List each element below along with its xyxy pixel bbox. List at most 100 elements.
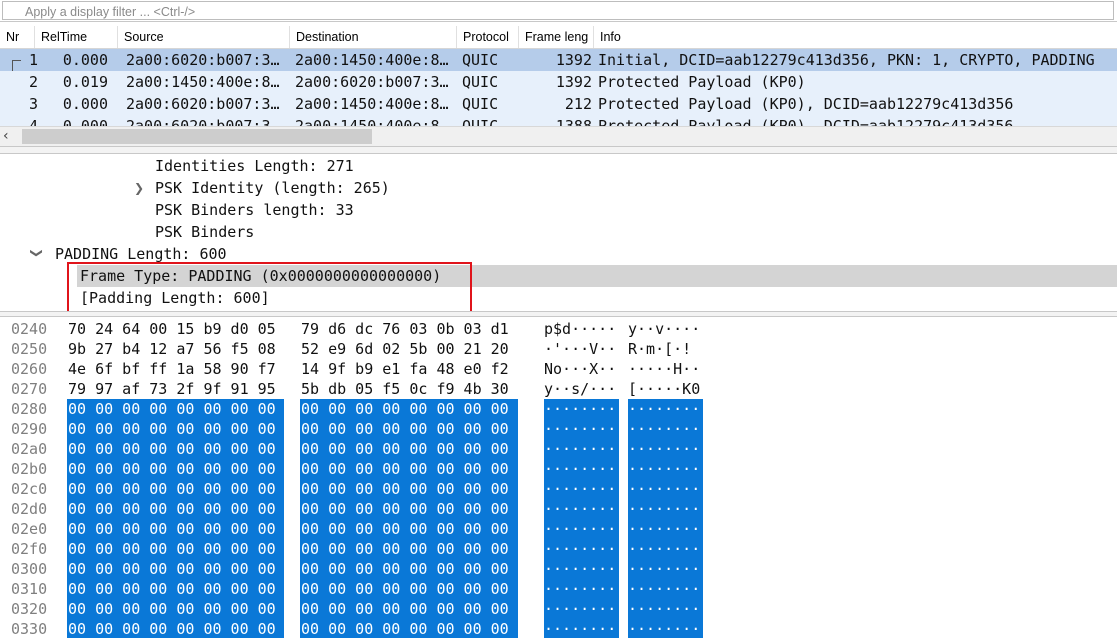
hex-row[interactable]: 0270 79 97 af 73 2f 9f 91 95 5b db 05 f5 0… <box>0 379 1117 399</box>
hex-bytes-group[interactable]: 5b db 05 f5 0c f9 4b 30 <box>300 379 518 399</box>
hex-bytes-group[interactable]: 9b 27 b4 12 a7 56 f5 08 <box>67 339 284 359</box>
hex-bytes-group[interactable]: 4e 6f bf ff 1a 58 90 f7 <box>67 359 284 379</box>
ascii-group[interactable]: ········ <box>544 499 619 519</box>
ascii-group[interactable]: ········ <box>628 539 703 559</box>
hex-bytes-group[interactable]: 00 00 00 00 00 00 00 00 <box>300 479 518 499</box>
scrollbar-thumb[interactable] <box>22 129 372 144</box>
ascii-group[interactable]: No···X·· <box>544 359 619 379</box>
display-filter-input[interactable] <box>2 1 1114 20</box>
ascii-group[interactable]: ········ <box>628 619 703 638</box>
hex-row[interactable]: 02d0 00 00 00 00 00 00 00 00 00 00 00 00 0… <box>0 499 1117 519</box>
hex-row[interactable]: 0250 9b 27 b4 12 a7 56 f5 08 52 e9 6d 02 5… <box>0 339 1117 359</box>
scroll-left-icon[interactable]: ‹ <box>3 128 9 144</box>
hex-bytes-group[interactable]: 00 00 00 00 00 00 00 00 <box>300 619 518 638</box>
ascii-group[interactable]: ········ <box>544 399 619 419</box>
hex-row[interactable]: 0280 00 00 00 00 00 00 00 00 00 00 00 00 0… <box>0 399 1117 419</box>
ascii-group[interactable]: ········ <box>544 539 619 559</box>
ascii-group[interactable]: ········ <box>628 439 703 459</box>
hex-bytes-group[interactable]: 00 00 00 00 00 00 00 00 <box>300 419 518 439</box>
hex-bytes-group[interactable]: 00 00 00 00 00 00 00 00 <box>300 399 518 419</box>
column-header-frame-length[interactable]: Frame leng <box>519 26 594 48</box>
hex-bytes-group[interactable]: 00 00 00 00 00 00 00 00 <box>67 619 284 638</box>
ascii-group[interactable]: y··s/··· <box>544 379 619 399</box>
hex-bytes-group[interactable]: 00 00 00 00 00 00 00 00 <box>67 559 284 579</box>
pane-splitter[interactable] <box>0 311 1117 317</box>
ascii-group[interactable]: ········ <box>544 559 619 579</box>
packet-row[interactable]: 1 0.000 2a00:6020:b007:3… 2a00:1450:400e… <box>0 49 1117 73</box>
hex-bytes-group[interactable]: 00 00 00 00 00 00 00 00 <box>67 599 284 619</box>
hex-bytes-group[interactable]: 00 00 00 00 00 00 00 00 <box>300 499 518 519</box>
hex-bytes-group[interactable]: 00 00 00 00 00 00 00 00 <box>300 519 518 539</box>
hex-row[interactable]: 0320 00 00 00 00 00 00 00 00 00 00 00 00 0… <box>0 599 1117 619</box>
hex-bytes-group[interactable]: 52 e9 6d 02 5b 00 21 20 <box>300 339 518 359</box>
hex-bytes-group[interactable]: 00 00 00 00 00 00 00 00 <box>67 459 284 479</box>
hex-row[interactable]: 0290 00 00 00 00 00 00 00 00 00 00 00 00 0… <box>0 419 1117 439</box>
ascii-group[interactable]: y··v···· <box>628 319 703 339</box>
hex-bytes-group[interactable]: 79 97 af 73 2f 9f 91 95 <box>67 379 284 399</box>
ascii-group[interactable]: ········ <box>628 559 703 579</box>
hex-bytes-group[interactable]: 00 00 00 00 00 00 00 00 <box>67 579 284 599</box>
hex-row[interactable]: 02b0 00 00 00 00 00 00 00 00 00 00 00 00 0… <box>0 459 1117 479</box>
column-header-protocol[interactable]: Protocol <box>457 26 519 48</box>
hex-bytes-group[interactable]: 00 00 00 00 00 00 00 00 <box>300 559 518 579</box>
hex-row[interactable]: 02f0 00 00 00 00 00 00 00 00 00 00 00 00 0… <box>0 539 1117 559</box>
ascii-group[interactable]: ········ <box>628 519 703 539</box>
ascii-group[interactable]: ········ <box>628 419 703 439</box>
ascii-group[interactable]: ········ <box>628 499 703 519</box>
ascii-group[interactable]: ········ <box>544 619 619 638</box>
column-header-nr[interactable]: Nr <box>0 26 35 48</box>
hex-bytes-group[interactable]: 00 00 00 00 00 00 00 00 <box>300 579 518 599</box>
column-header-destination[interactable]: Destination <box>290 26 457 48</box>
hex-row[interactable]: 02e0 00 00 00 00 00 00 00 00 00 00 00 00 0… <box>0 519 1117 539</box>
packet-row[interactable]: 3 0.000 2a00:6020:b007:3… 2a00:1450:400e… <box>0 93 1117 115</box>
hex-bytes-group[interactable]: 14 9f b9 e1 fa 48 e0 f2 <box>300 359 518 379</box>
ascii-group[interactable]: ········ <box>628 579 703 599</box>
hex-bytes-group[interactable]: 00 00 00 00 00 00 00 00 <box>67 539 284 559</box>
hex-bytes-group[interactable]: 00 00 00 00 00 00 00 00 <box>300 599 518 619</box>
hex-row[interactable]: 0330 00 00 00 00 00 00 00 00 00 00 00 00 0… <box>0 619 1117 638</box>
packet-list-horizontal-scrollbar[interactable]: ‹ <box>0 126 1117 147</box>
hex-bytes-group[interactable]: 00 00 00 00 00 00 00 00 <box>67 499 284 519</box>
hex-bytes-group[interactable]: 00 00 00 00 00 00 00 00 <box>300 439 518 459</box>
ascii-group[interactable]: ········ <box>544 419 619 439</box>
hex-bytes-group[interactable]: 00 00 00 00 00 00 00 00 <box>300 539 518 559</box>
hex-row[interactable]: 02c0 00 00 00 00 00 00 00 00 00 00 00 00 0… <box>0 479 1117 499</box>
hex-bytes-group[interactable]: 00 00 00 00 00 00 00 00 <box>67 479 284 499</box>
ascii-group[interactable]: ········ <box>544 579 619 599</box>
ascii-group[interactable]: ·····H·· <box>628 359 703 379</box>
hex-bytes-group[interactable]: 00 00 00 00 00 00 00 00 <box>300 459 518 479</box>
pane-splitter[interactable] <box>0 146 1117 154</box>
hex-row[interactable]: 02a0 00 00 00 00 00 00 00 00 00 00 00 00 0… <box>0 439 1117 459</box>
ascii-group[interactable]: ········ <box>628 479 703 499</box>
ascii-group[interactable]: ········ <box>544 439 619 459</box>
hex-bytes-group[interactable]: 79 d6 dc 76 03 0b 03 d1 <box>300 319 518 339</box>
hex-bytes-group[interactable]: 00 00 00 00 00 00 00 00 <box>67 399 284 419</box>
chevron-down-icon[interactable]: ❯ <box>30 248 44 258</box>
column-header-info[interactable]: Info <box>594 26 1117 48</box>
column-header-source[interactable]: Source <box>118 26 290 48</box>
tree-node-psk-binders[interactable]: PSK Binders <box>155 221 254 243</box>
tree-node-identities-length[interactable]: Identities Length: 271 <box>155 155 354 177</box>
ascii-group[interactable]: ········ <box>544 599 619 619</box>
hex-bytes-group[interactable]: 00 00 00 00 00 00 00 00 <box>67 439 284 459</box>
ascii-group[interactable]: ········ <box>544 519 619 539</box>
hex-row[interactable]: 0240 70 24 64 00 15 b9 d0 05 79 d6 dc 76 0… <box>0 319 1117 339</box>
hex-row[interactable]: 0310 00 00 00 00 00 00 00 00 00 00 00 00 0… <box>0 579 1117 599</box>
hex-row[interactable]: 0300 00 00 00 00 00 00 00 00 00 00 00 00 0… <box>0 559 1117 579</box>
ascii-group[interactable]: p$d····· <box>544 319 619 339</box>
chevron-right-icon[interactable]: ❯ <box>134 181 144 195</box>
ascii-group[interactable]: R·m·[·! <box>628 339 703 359</box>
ascii-group[interactable]: ·'···V·· <box>544 339 619 359</box>
hex-bytes-group[interactable]: 00 00 00 00 00 00 00 00 <box>67 519 284 539</box>
hex-row[interactable]: 0260 4e 6f bf ff 1a 58 90 f7 14 9f b9 e1 f… <box>0 359 1117 379</box>
ascii-group[interactable]: ········ <box>544 459 619 479</box>
tree-node-psk-identity[interactable]: PSK Identity (length: 265) <box>155 177 390 199</box>
ascii-group[interactable]: [·····K0 <box>628 379 703 399</box>
ascii-group[interactable]: ········ <box>628 399 703 419</box>
column-header-reltime[interactable]: RelTime <box>35 26 118 48</box>
hex-bytes-group[interactable]: 00 00 00 00 00 00 00 00 <box>67 419 284 439</box>
packet-row[interactable]: 2 0.019 2a00:1450:400e:8… 2a00:6020:b007… <box>0 71 1117 93</box>
tree-node-psk-binders-length[interactable]: PSK Binders length: 33 <box>155 199 354 221</box>
ascii-group[interactable]: ········ <box>544 479 619 499</box>
ascii-group[interactable]: ········ <box>628 459 703 479</box>
